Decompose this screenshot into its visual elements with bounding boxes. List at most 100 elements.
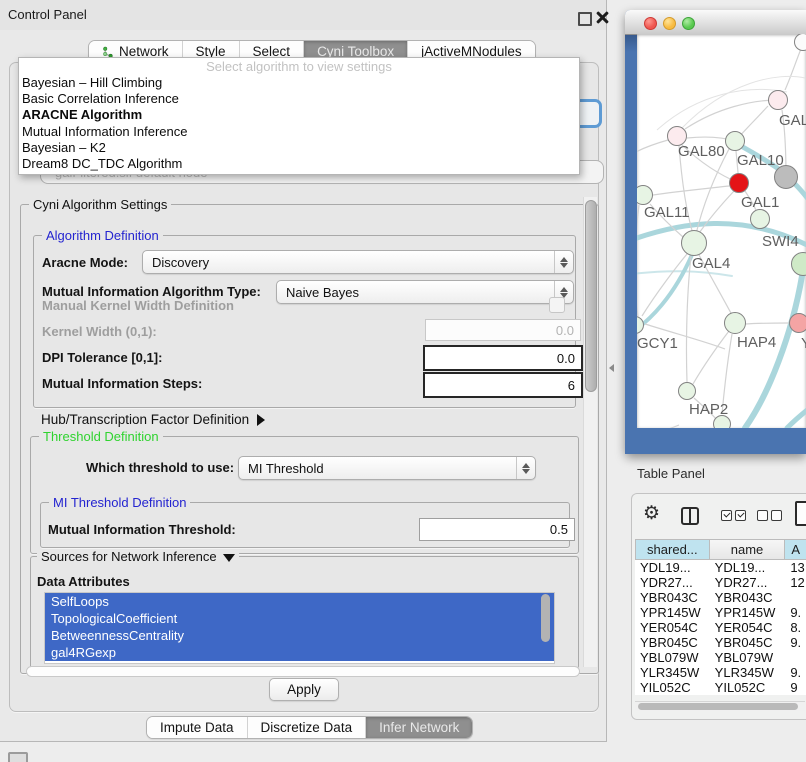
dropdown-item-basic-correlation-inference[interactable]: Basic Correlation Inference: [19, 91, 579, 107]
table-cell[interactable]: YDL19...: [635, 560, 710, 575]
kernel-width-field[interactable]: 0.0: [425, 319, 581, 341]
table-row[interactable]: YER054CYER054C8.: [635, 620, 806, 635]
table-row[interactable]: YIL052CYIL052C9: [635, 680, 806, 695]
sources-title: Sources for Network Inference: [37, 549, 239, 564]
network-node-gal1[interactable]: [729, 173, 749, 193]
attribute-item-selfloops[interactable]: SelfLoops: [45, 593, 554, 610]
float-panel-icon[interactable]: [578, 12, 592, 26]
new-table-icon[interactable]: [795, 501, 806, 526]
dropdown-item-mutual-information-inference[interactable]: Mutual Information Inference: [19, 124, 579, 140]
table-row[interactable]: YBR045CYBR045C9.: [635, 635, 806, 650]
split-pane-collapse-handle[interactable]: [609, 364, 614, 372]
settings-horizontal-scrollbar[interactable]: [26, 666, 580, 677]
table-cell[interactable]: YDR27...: [635, 575, 710, 590]
attribute-item-topologicalcoefficient[interactable]: TopologicalCoefficient: [45, 610, 554, 627]
table-row[interactable]: YPR145WYPR145W9.: [635, 605, 806, 620]
table-cell[interactable]: 9.: [785, 635, 806, 650]
table-row[interactable]: YDL19...YDL19...13: [635, 560, 806, 575]
table-row[interactable]: YLR345WYLR345W9.: [635, 665, 806, 680]
table-cell[interactable]: 9.: [785, 605, 806, 620]
table-cell[interactable]: YBR045C: [710, 635, 786, 650]
table-cell[interactable]: YIL052C: [635, 680, 710, 695]
tab-infer-network[interactable]: Infer Network: [365, 717, 472, 738]
table-cell[interactable]: YLR345W: [710, 665, 786, 680]
deselect-all-columns-icon[interactable]: [757, 510, 782, 521]
scrollbar-thumb[interactable]: [638, 703, 798, 710]
dpi-tolerance-field[interactable]: 0.0: [423, 345, 583, 371]
table-cell[interactable]: 8.: [785, 620, 806, 635]
table-horizontal-scrollbar[interactable]: [635, 701, 805, 711]
network-window-titlebar[interactable]: [625, 10, 806, 35]
table-cell[interactable]: 9: [785, 680, 806, 695]
dropdown-item-bayesian-k2[interactable]: Bayesian – K2: [19, 140, 579, 156]
aracne-mode-select[interactable]: Discovery: [142, 250, 574, 274]
column-header-name[interactable]: name: [710, 539, 786, 560]
window-zoom-icon[interactable]: [682, 17, 695, 30]
table-cell[interactable]: YBR043C: [710, 590, 786, 605]
settings-vertical-scrollbar[interactable]: [583, 197, 597, 667]
select-all-columns-icon[interactable]: [721, 510, 746, 521]
dropdown-item-aracne-algorithm[interactable]: ARACNE Algorithm: [19, 107, 579, 123]
column-header-shared-name[interactable]: shared...: [635, 539, 710, 560]
dropdown-item-dream8-dc-tdc-algorithm[interactable]: Dream8 DC_TDC Algorithm: [19, 156, 579, 172]
network-node[interactable]: [713, 415, 731, 428]
apply-button[interactable]: Apply: [269, 678, 339, 701]
network-node-swi4[interactable]: [750, 209, 770, 229]
scrollbar-thumb[interactable]: [585, 200, 597, 392]
table-cell[interactable]: YER054C: [710, 620, 786, 635]
table-row[interactable]: YBL079WYBL079W: [635, 650, 806, 665]
table-cell[interactable]: YPR145W: [635, 605, 710, 620]
tab-impute-data[interactable]: Impute Data: [147, 717, 247, 738]
manual-kernel-checkbox[interactable]: [549, 297, 565, 313]
network-node-y[interactable]: [789, 313, 806, 333]
split-columns-icon[interactable]: [681, 507, 699, 525]
dropdown-items: Bayesian – Hill ClimbingBasic Correlatio…: [19, 75, 579, 172]
network-node-gal10[interactable]: [725, 131, 745, 151]
table-cell[interactable]: YLR345W: [635, 665, 710, 680]
dropdown-item-bayesian-hill-climbing[interactable]: Bayesian – Hill Climbing: [19, 75, 579, 91]
table-cell[interactable]: YDR27...: [710, 575, 786, 590]
mi-steps-field[interactable]: 6: [423, 372, 583, 398]
network-node[interactable]: [774, 165, 798, 189]
node-label: GAL7: [779, 112, 806, 129]
window-minimize-icon[interactable]: [663, 17, 676, 30]
tab-label: Discretize Data: [261, 720, 353, 735]
network-view-window[interactable]: GAL7GAL80GAL10GAL1GAL11SWI4GAL4GCY1HAP4Y…: [625, 10, 806, 454]
network-node[interactable]: [794, 34, 806, 51]
collapse-down-icon[interactable]: [223, 554, 235, 562]
table-cell[interactable]: YPR145W: [710, 605, 786, 620]
attribute-item-betweennesscentrality[interactable]: BetweennessCentrality: [45, 627, 554, 644]
table-row[interactable]: YDR27...YDR27...12: [635, 575, 806, 590]
mi-threshold-field[interactable]: 0.5: [419, 518, 575, 541]
network-node-gal7[interactable]: [768, 90, 788, 110]
aracne-mode-label: Aracne Mode:: [42, 255, 128, 270]
table-cell[interactable]: 9.: [785, 665, 806, 680]
close-icon[interactable]: [596, 11, 609, 24]
collapsed-panel-icon[interactable]: [8, 752, 28, 762]
network-node-gal4[interactable]: [681, 230, 707, 256]
table-cell[interactable]: 12: [785, 575, 806, 590]
data-attributes-label: Data Attributes: [37, 574, 130, 589]
network-node-hap4[interactable]: [724, 312, 746, 334]
gear-icon[interactable]: ⚙: [643, 503, 660, 525]
table-cell[interactable]: YBR045C: [635, 635, 710, 650]
table-cell[interactable]: YDL19...: [710, 560, 786, 575]
table-cell[interactable]: YBL079W: [635, 650, 710, 665]
table-cell[interactable]: YIL052C: [710, 680, 786, 695]
network-node-hap2[interactable]: [678, 382, 696, 400]
which-threshold-select[interactable]: MI Threshold: [238, 456, 536, 480]
tab-discretize-data[interactable]: Discretize Data: [247, 717, 366, 738]
list-scrollbar-thumb[interactable]: [541, 594, 550, 642]
attribute-item-gal4rgexp[interactable]: gal4RGexp: [45, 644, 554, 661]
table-cell[interactable]: 13: [785, 560, 806, 575]
mi-type-select[interactable]: Naive Bayes: [276, 280, 574, 304]
table-cell[interactable]: YBL079W: [710, 650, 786, 665]
table-row[interactable]: YBR043CYBR043C: [635, 590, 806, 605]
window-close-icon[interactable]: [644, 17, 657, 30]
data-attributes-list[interactable]: SelfLoopsTopologicalCoefficientBetweenne…: [44, 592, 555, 664]
network-canvas[interactable]: GAL7GAL80GAL10GAL1GAL11SWI4GAL4GCY1HAP4Y…: [637, 34, 806, 428]
table-cell[interactable]: YER054C: [635, 620, 710, 635]
table-cell[interactable]: YBR043C: [635, 590, 710, 605]
column-header-partial[interactable]: A: [785, 539, 806, 560]
hub-definition-toggle[interactable]: Hub/Transcription Factor Definition: [41, 412, 265, 427]
